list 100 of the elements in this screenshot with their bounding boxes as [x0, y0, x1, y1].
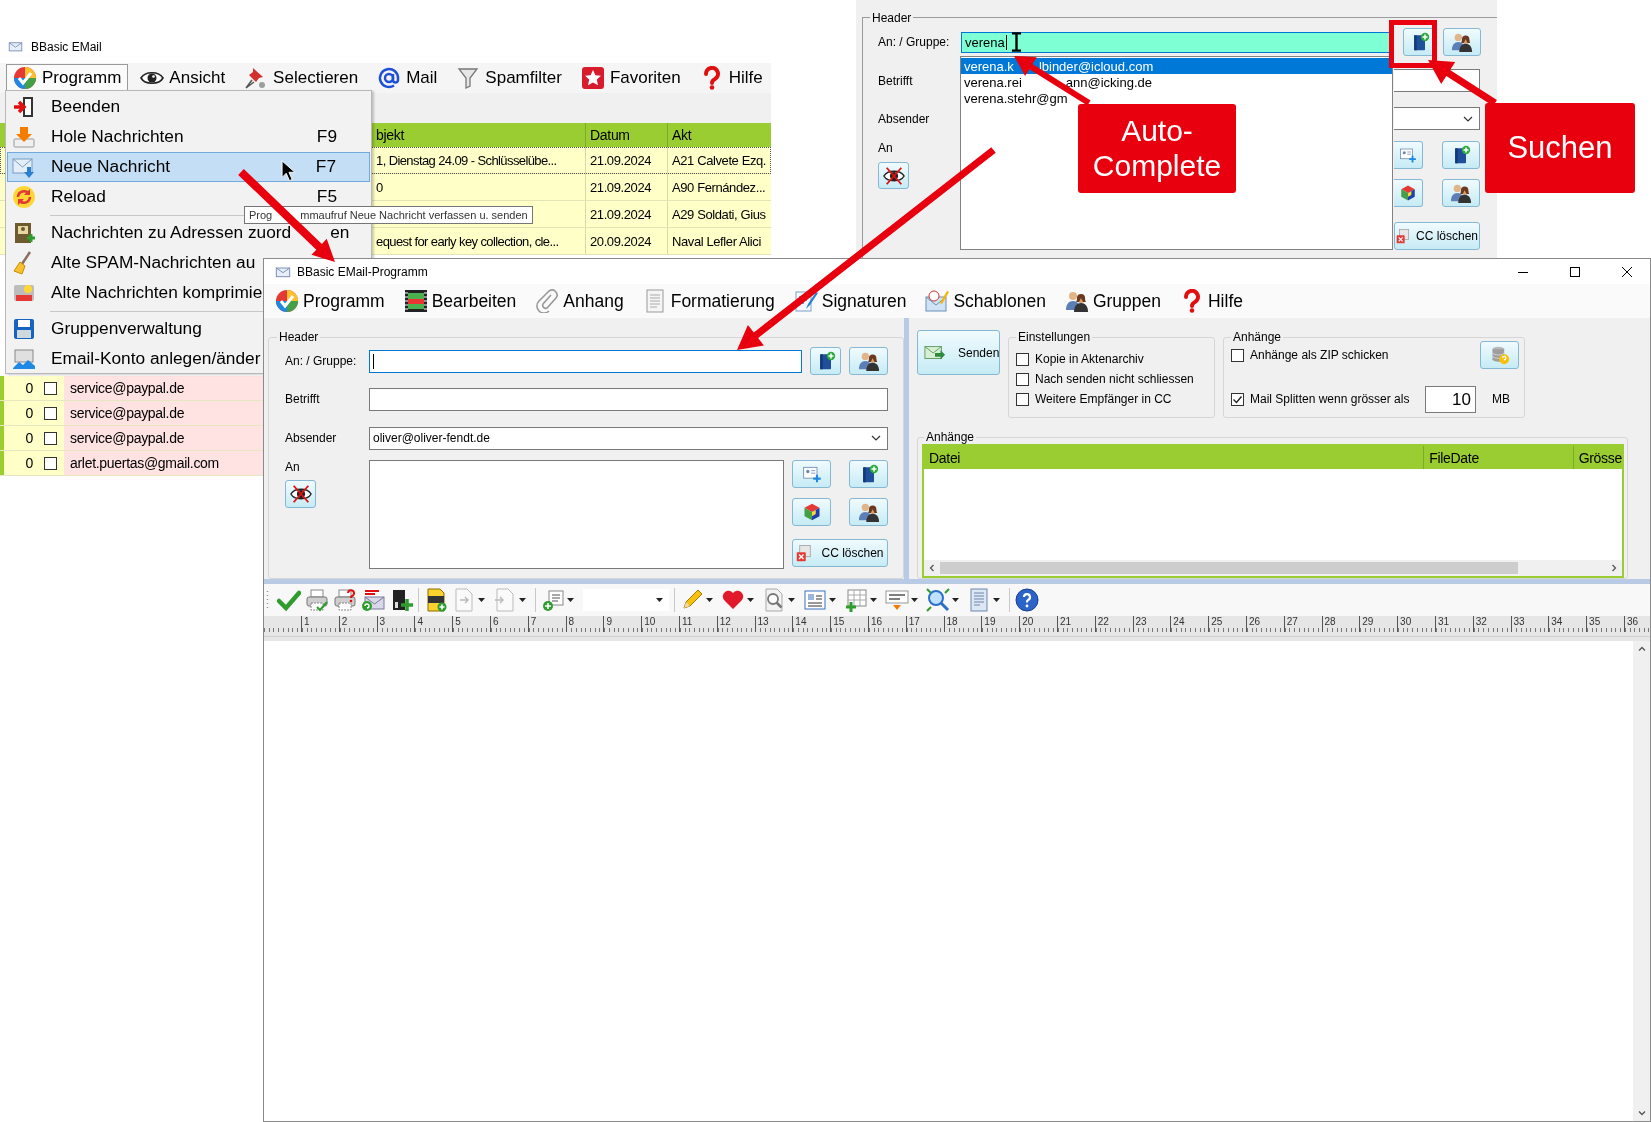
- menu-item[interactable]: Neue Nachricht F7: [7, 152, 370, 182]
- column-header[interactable]: Datei: [929, 449, 961, 466]
- checkbox[interactable]: [44, 381, 57, 395]
- add-contact-button[interactable]: [1394, 141, 1423, 169]
- menu-item[interactable]: Programm: [6, 63, 129, 93]
- caret-icon[interactable]: [993, 598, 1000, 602]
- font-size-field[interactable]: [583, 589, 669, 611]
- send-button[interactable]: Senden: [917, 330, 1000, 375]
- checkbox[interactable]: [44, 431, 57, 445]
- scroll-right-icon[interactable]: [1609, 563, 1619, 573]
- subject-field[interactable]: [369, 387, 888, 411]
- check-mark-icon[interactable]: [277, 588, 301, 612]
- magnifier-doc-icon[interactable]: [762, 588, 786, 612]
- address-book-button[interactable]: [849, 460, 888, 488]
- menu-item[interactable]: Gruppenverwaltung: [6, 314, 203, 344]
- column-header[interactable]: Grösse: [1578, 449, 1622, 466]
- table-cell: 21.09.2024: [590, 152, 652, 168]
- caret-icon[interactable]: [519, 598, 526, 602]
- suggestion-item[interactable]: verena.stehr@gm: [961, 90, 1392, 106]
- table-row[interactable]: 0 service@paypal.de: [0, 376, 263, 401]
- pdf-envelope-icon[interactable]: [361, 588, 385, 612]
- menu-item[interactable]: Email-Konto anlegen/änder: [6, 344, 262, 374]
- scroll-up-icon[interactable]: [1636, 644, 1647, 654]
- menu-item[interactable]: Programm: [275, 289, 385, 313]
- checkbox[interactable]: [1231, 392, 1244, 406]
- search-contacts-button[interactable]: [810, 347, 841, 375]
- scroll-down-icon[interactable]: [1636, 1108, 1647, 1118]
- recipient-field[interactable]: [369, 349, 802, 373]
- heart-icon[interactable]: [721, 588, 745, 612]
- address-book-button[interactable]: [1442, 141, 1480, 169]
- sender-select[interactable]: [1394, 107, 1480, 130]
- horizontal-scrollbar[interactable]: [924, 560, 1622, 576]
- scrollbar-thumb[interactable]: [940, 562, 1518, 574]
- printer-question-icon[interactable]: [333, 588, 357, 612]
- hide-recipients-button[interactable]: [878, 162, 909, 189]
- menu-item[interactable]: Beenden: [6, 92, 122, 122]
- hide-recipients-button[interactable]: [285, 480, 316, 508]
- zoom-icon[interactable]: [926, 588, 950, 612]
- checkbox[interactable]: [1016, 352, 1029, 366]
- table-row[interactable]: 0 service@paypal.de: [0, 401, 263, 426]
- cc-clear-button[interactable]: CC löschen: [792, 539, 888, 567]
- help-circle-icon[interactable]: [1015, 588, 1039, 612]
- menu-item[interactable]: Favoriten: [573, 63, 688, 93]
- ruler-number: 18: [946, 616, 958, 627]
- menu-item[interactable]: Hilfe: [1180, 289, 1243, 313]
- vertical-scrollbar[interactable]: [1633, 641, 1650, 1121]
- cube-button[interactable]: [1394, 179, 1423, 207]
- close-icon[interactable]: [1622, 266, 1632, 277]
- groups-button[interactable]: [849, 498, 888, 526]
- menu-item[interactable]: Schablonen: [925, 289, 1046, 313]
- caret-icon[interactable]: [656, 598, 663, 602]
- caret-icon[interactable]: [911, 598, 918, 602]
- column-header[interactable]: bjekt: [376, 127, 405, 143]
- menu-item[interactable]: Gruppen: [1064, 289, 1161, 313]
- field-label: An: [285, 460, 301, 474]
- checkbox[interactable]: [44, 456, 57, 470]
- caret-icon[interactable]: [567, 598, 574, 602]
- menu-item[interactable]: Alte Nachrichten komprimie: [6, 278, 264, 308]
- column-header[interactable]: Akt: [672, 127, 692, 143]
- checkbox[interactable]: [44, 406, 57, 420]
- caret-icon[interactable]: [870, 598, 877, 602]
- groups-button[interactable]: [1442, 179, 1480, 207]
- recipients-field[interactable]: [369, 460, 784, 569]
- menu-item[interactable]: Selectieren: [237, 63, 366, 93]
- checkbox[interactable]: [1016, 392, 1029, 406]
- column-header[interactable]: FileDate: [1429, 449, 1479, 466]
- suggestion-item[interactable]: verena.k lbinder@icloud.com: [961, 58, 1392, 74]
- menu-item[interactable]: Spamfilter: [449, 63, 569, 93]
- menu-item[interactable]: Anhang: [535, 289, 624, 313]
- caret-icon[interactable]: [952, 598, 959, 602]
- zip-file-icon[interactable]: [424, 588, 448, 612]
- printer-check-icon[interactable]: [305, 588, 329, 612]
- table-row[interactable]: 0 arlet.puertas@gmail.com: [0, 451, 263, 476]
- sender-select[interactable]: oliver@oliver-fendt.de: [369, 426, 888, 450]
- pencil-icon[interactable]: [680, 588, 704, 612]
- ruler-number: 16: [870, 616, 883, 627]
- caret-icon[interactable]: [829, 598, 836, 602]
- spellcheck-icon[interactable]: [885, 588, 909, 612]
- size-field[interactable]: 10: [1425, 385, 1476, 413]
- maximize-icon[interactable]: [1570, 266, 1580, 277]
- caret-icon[interactable]: [706, 598, 713, 602]
- groups-button[interactable]: [849, 347, 888, 375]
- caret-icon[interactable]: [747, 598, 754, 602]
- scroll-left-icon[interactable]: [927, 563, 937, 573]
- caret-icon[interactable]: [788, 598, 795, 602]
- menu-item[interactable]: Ansicht: [133, 63, 233, 93]
- checkbox[interactable]: [1016, 372, 1029, 386]
- cc-clear-button[interactable]: CC löschen: [1394, 222, 1480, 250]
- menu-item[interactable]: Hilfe: [692, 63, 770, 93]
- caret-icon[interactable]: [478, 598, 485, 602]
- checkbox[interactable]: [1231, 348, 1244, 362]
- groups-button[interactable]: [1443, 28, 1481, 56]
- suggestion-item[interactable]: verena.rei ann@icking.de: [961, 74, 1392, 90]
- menu-item[interactable]: Formatierung: [642, 289, 775, 313]
- table-row[interactable]: 0 service@paypal.de: [0, 426, 263, 451]
- menu-item[interactable]: Bearbeiten: [403, 289, 517, 313]
- add-contact-button[interactable]: [792, 460, 831, 488]
- column-header[interactable]: Datum: [590, 127, 630, 143]
- menu-item[interactable]: Mail: [370, 63, 445, 93]
- cube-button[interactable]: [792, 498, 831, 526]
